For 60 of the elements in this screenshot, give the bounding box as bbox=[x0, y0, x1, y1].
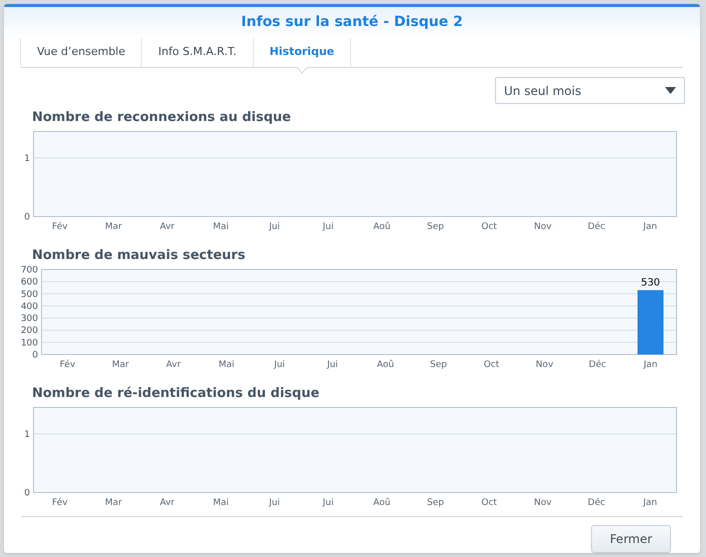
y-tick-label: 600 bbox=[21, 278, 38, 288]
x-axis-label: Mar bbox=[112, 360, 129, 370]
x-axis-label: Nov bbox=[534, 222, 552, 232]
y-tick-label: 200 bbox=[21, 326, 38, 336]
x-axis-label: Mai bbox=[218, 360, 234, 370]
x-axis-label: Fév bbox=[52, 222, 68, 232]
x-axis-label: Sep bbox=[430, 360, 447, 370]
dropdown-caret-icon bbox=[665, 87, 676, 94]
tab[interactable]: Info S.M.A.R.T. bbox=[141, 38, 254, 67]
x-axis-label: Avr bbox=[160, 222, 174, 232]
x-axis-label: Jui bbox=[322, 498, 334, 508]
x-axis-label: Mai bbox=[212, 498, 229, 508]
x-axis-label: Mar bbox=[105, 222, 122, 232]
y-tick-label: 100 bbox=[21, 338, 38, 348]
period-dropdown[interactable]: Un seul mois bbox=[495, 77, 685, 104]
x-axis-label: Oct bbox=[481, 222, 497, 232]
x-axis-label: Nov bbox=[534, 498, 552, 508]
x-axis-label: Jui bbox=[322, 222, 334, 232]
chart-title: Nombre de reconnexions au disque bbox=[32, 110, 292, 126]
y-tick-label: 400 bbox=[21, 302, 38, 312]
x-axis-label: Jan bbox=[643, 498, 658, 508]
x-axis-label: Mar bbox=[105, 498, 122, 508]
y-tick-label: 300 bbox=[21, 314, 38, 324]
x-axis-label: Jui bbox=[269, 222, 280, 232]
x-axis-label: Jui bbox=[274, 360, 285, 370]
x-axis-label: Aoû bbox=[376, 360, 394, 370]
y-tick-label: 500 bbox=[21, 290, 38, 300]
x-axis-label: Avr bbox=[166, 360, 181, 370]
x-axis-label: Déc bbox=[588, 222, 606, 232]
x-axis-label: Jui bbox=[327, 360, 338, 370]
y-tick-label: 0 bbox=[24, 212, 30, 222]
x-axis-label: Jan bbox=[643, 222, 658, 232]
x-axis-label: Mai bbox=[212, 222, 229, 232]
x-axis-label: Aoû bbox=[373, 222, 390, 232]
x-axis-label: Déc bbox=[588, 360, 606, 370]
y-tick-label: 1 bbox=[24, 430, 30, 440]
x-axis-label: Oct bbox=[481, 498, 497, 508]
y-tick-label: 0 bbox=[32, 350, 38, 360]
x-axis-label: Oct bbox=[484, 360, 500, 370]
bar bbox=[638, 290, 664, 354]
x-axis-label: Sep bbox=[427, 498, 444, 508]
y-tick-label: 700 bbox=[21, 266, 38, 276]
x-axis-label: Jan bbox=[644, 360, 658, 370]
y-tick-label: 1 bbox=[24, 154, 30, 164]
tab[interactable]: Historique bbox=[252, 38, 352, 67]
dialog-title: Infos sur la santé - Disque 2 bbox=[241, 13, 463, 32]
close-button[interactable]: Fermer bbox=[591, 525, 671, 553]
x-axis-label: Fév bbox=[60, 360, 76, 370]
x-axis-label: Fév bbox=[52, 498, 68, 508]
x-axis-label: Avr bbox=[160, 498, 174, 508]
chart-title: Nombre de mauvais secteurs bbox=[32, 248, 246, 264]
x-axis-label: Jui bbox=[269, 498, 280, 508]
y-tick-label: 0 bbox=[24, 488, 30, 498]
x-axis-label: Aoû bbox=[373, 498, 390, 508]
chart-title: Nombre de ré-identifications du disque bbox=[32, 386, 320, 402]
bar-value-label: 530 bbox=[640, 278, 660, 289]
x-axis-label: Nov bbox=[536, 360, 554, 370]
x-axis-label: Déc bbox=[588, 498, 606, 508]
tab[interactable]: Vue d’ensemble bbox=[20, 38, 142, 67]
x-axis-label: Sep bbox=[427, 222, 444, 232]
